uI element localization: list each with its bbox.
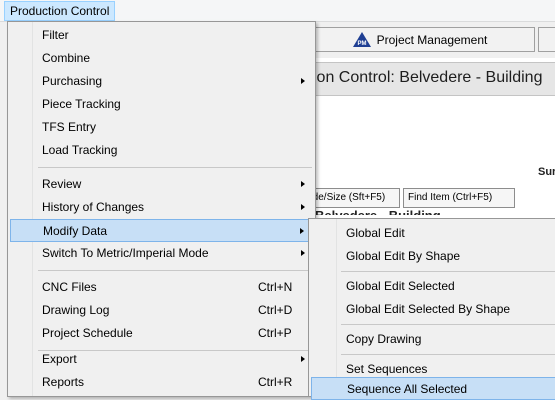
submenu-item-global-edit-selected-by-shape[interactable]: Global Edit Selected By Shape [311, 298, 555, 321]
menu-item-label: Filter [42, 28, 69, 42]
submenu-item-global-edit-by-shape[interactable]: Global Edit By Shape [311, 245, 555, 268]
app-subtitle: Belvedere - Building [315, 209, 441, 215]
menubar: Production Control [0, 0, 555, 22]
submenu-item-label: Copy Drawing [346, 332, 422, 346]
submenu-arrow-icon [300, 228, 304, 234]
menubar-production-control[interactable]: Production Control [4, 1, 116, 21]
menu-item-history-of-changes[interactable]: History of Changes [10, 196, 313, 219]
submenu-item-label: Global Edit By Shape [346, 249, 461, 263]
menu-item-label: Drawing Log [42, 303, 110, 317]
menu-item-label: History of Changes [42, 200, 145, 214]
toolbar-next-button[interactable] [538, 27, 555, 52]
menu-item-combine[interactable]: Combine [10, 47, 313, 70]
app-title: ion Control: Belvedere - Building [313, 69, 543, 86]
submenu-separator [341, 271, 555, 272]
menu-item-shortcut: Ctrl+P [258, 326, 292, 340]
menu-item-label: Project Schedule [42, 326, 133, 340]
menu-item-label: Switch To Metric/Imperial Mode [42, 246, 209, 260]
menu-item-piece-tracking[interactable]: Piece Tracking [10, 93, 313, 116]
submenu-arrow-icon [301, 250, 305, 256]
submenu-item-global-edit[interactable]: Global Edit [311, 222, 555, 245]
project-management-label: Project Management [376, 32, 488, 47]
submenu-separator [341, 354, 555, 355]
menu-item-purchasing[interactable]: Purchasing [10, 70, 313, 93]
modify-data-submenu: Global Edit Global Edit By Shape Global … [308, 218, 555, 400]
find-item-button[interactable]: Find Item (Ctrl+F5) [403, 188, 515, 208]
menu-separator [38, 167, 312, 168]
menu-item-shortcut: Ctrl+R [258, 375, 293, 389]
menu-item-load-tracking[interactable]: Load Tracking [10, 139, 313, 162]
menu-item-review[interactable]: Review [10, 173, 313, 196]
menu-item-label: Reports [42, 375, 85, 389]
menu-item-reports[interactable]: Reports Ctrl+R [10, 371, 313, 394]
svg-text:PM: PM [357, 41, 366, 47]
menu-item-modify-data[interactable]: Modify Data [10, 219, 313, 242]
submenu-item-copy-drawing[interactable]: Copy Drawing [311, 328, 555, 351]
submenu-arrow-icon [301, 78, 305, 84]
menu-item-label: Purchasing [42, 74, 103, 88]
submenu-arrow-icon [301, 204, 305, 210]
menu-item-tfs-entry[interactable]: TFS Entry [10, 116, 313, 139]
menu-item-label: Load Tracking [42, 143, 118, 157]
menu-item-label: Export [42, 352, 77, 366]
menu-item-label: Review [42, 177, 82, 191]
menu-item-filter[interactable]: Filter [10, 24, 313, 47]
production-control-menu: Filter Combine Purchasing Piece Tracking… [7, 21, 316, 397]
menu-item-project-schedule[interactable]: Project Schedule Ctrl+P [10, 322, 313, 345]
app-toolbar: PM Project Management [300, 27, 555, 52]
project-management-button[interactable]: PM Project Management [305, 27, 535, 52]
submenu-arrow-icon [301, 181, 305, 187]
summary-label: Sur [538, 166, 555, 178]
menu-item-label: CNC Files [42, 280, 97, 294]
menu-item-label: Piece Tracking [42, 97, 121, 111]
submenu-item-label: Global Edit Selected By Shape [346, 302, 511, 316]
submenu-item-label: Global Edit Selected [346, 279, 455, 293]
menu-item-shortcut: Ctrl+N [258, 280, 293, 294]
menu-item-label: Combine [42, 51, 91, 65]
submenu-item-label: Sequence All Selected [347, 382, 468, 396]
menu-item-label: TFS Entry [42, 120, 97, 134]
app-title-bar: ion Control: Belvedere - Building [301, 62, 555, 96]
pm-logo-icon: PM [352, 32, 371, 47]
submenu-item-label: Set Sequences [346, 362, 428, 376]
menu-item-label: Modify Data [43, 224, 108, 238]
submenu-item-global-edit-selected[interactable]: Global Edit Selected [311, 275, 555, 298]
menu-item-shortcut: Ctrl+D [258, 303, 293, 317]
menu-separator [38, 270, 312, 271]
menu-item-export[interactable]: Export [10, 348, 313, 371]
menu-item-cnc-files[interactable]: CNC Files Ctrl+N [10, 276, 313, 299]
submenu-arrow-icon [301, 356, 305, 362]
submenu-item-label: Global Edit [346, 226, 405, 240]
menu-item-drawing-log[interactable]: Drawing Log Ctrl+D [10, 299, 313, 322]
grade-size-button[interactable]: Grade/Size (Sft+F5) [304, 188, 400, 208]
submenu-separator [341, 324, 555, 325]
menu-item-switch-mode[interactable]: Switch To Metric/Imperial Mode [10, 242, 313, 265]
